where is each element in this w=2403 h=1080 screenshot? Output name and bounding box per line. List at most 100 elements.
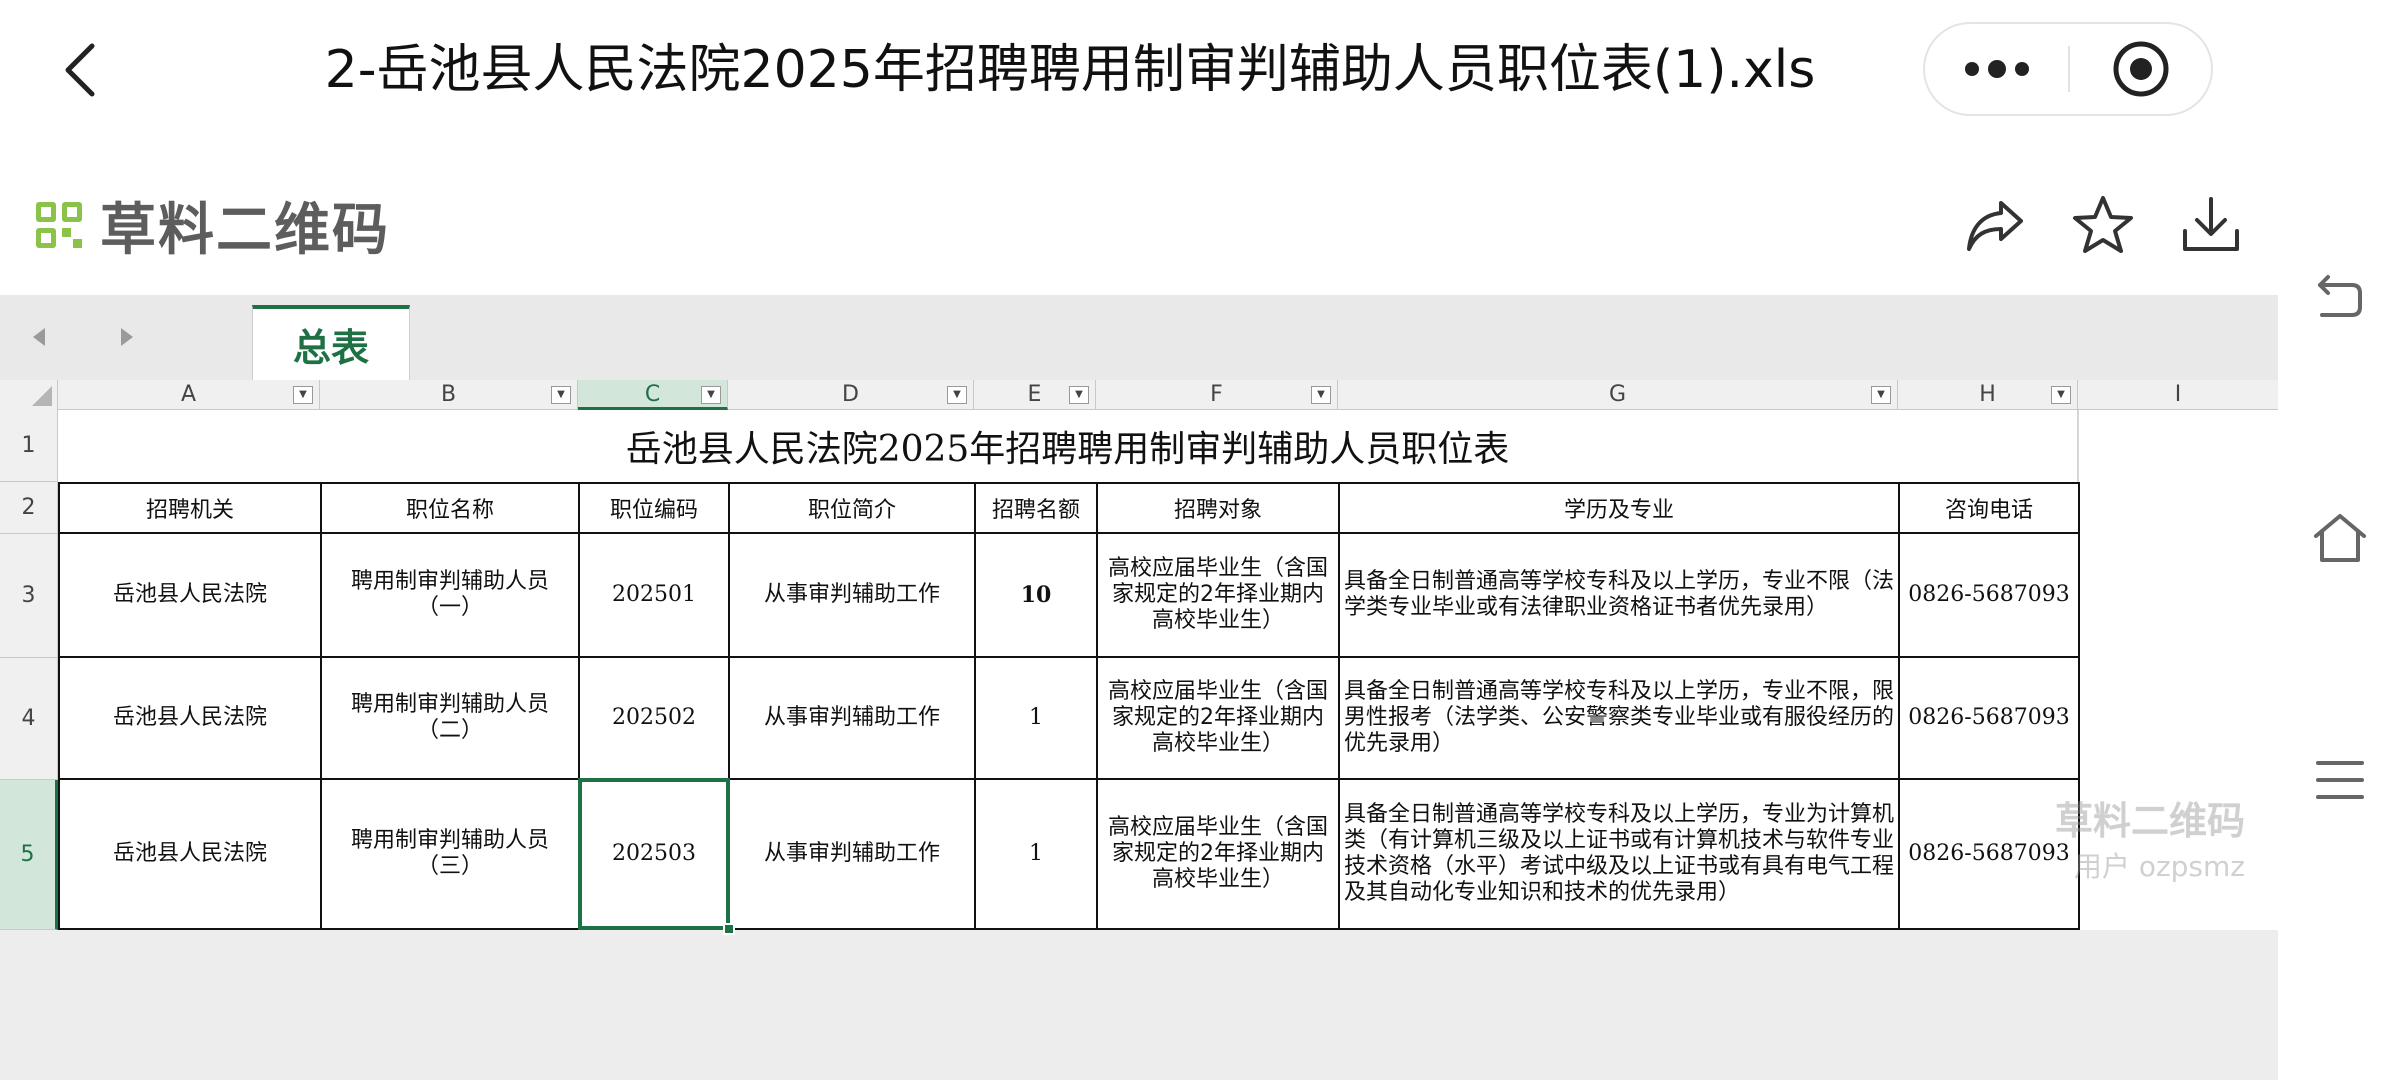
table-cell[interactable]: 具备全日制普通高等学校专科及以上学历，专业为计算机类（有计算机三级及以上证书或有… <box>1338 778 1900 930</box>
header-row: 招聘机关 职位名称 职位编码 职位简介 招聘名额 招聘对象 学历及专业 咨询电话 <box>58 482 2080 534</box>
header-cell[interactable]: 咨询电话 <box>1898 482 2080 534</box>
more-button[interactable] <box>1925 24 2069 114</box>
header-cell[interactable]: 招聘名额 <box>974 482 1098 534</box>
table-cell[interactable]: 具备全日制普通高等学校专科及以上学历，专业不限，限男性报考（法学类、公安警察类专… <box>1338 656 1900 780</box>
row-header-2[interactable]: 2 <box>0 482 58 534</box>
download-button[interactable] <box>2166 180 2256 270</box>
table-cell[interactable]: 10 <box>974 532 1098 658</box>
row-header-3[interactable]: 3 <box>0 534 58 658</box>
filter-dropdown-icon[interactable]: ▼ <box>1871 386 1891 404</box>
column-header-h[interactable]: H ▼ <box>1898 380 2078 410</box>
column-header-f[interactable]: F ▼ <box>1096 380 1338 410</box>
table-cell[interactable]: 0826-5687093 <box>1898 656 2080 780</box>
system-back-button[interactable] <box>2300 255 2380 335</box>
table-cell[interactable]: 高校应届毕业生（含国家规定的2年择业期内高校毕业生） <box>1096 656 1340 780</box>
table-cell[interactable]: 聘用制审判辅助人员（一） <box>320 532 580 658</box>
table-cell[interactable]: 高校应届毕业生（含国家规定的2年择业期内高校毕业生） <box>1096 532 1340 658</box>
fill-handle[interactable] <box>723 923 735 935</box>
header-cell[interactable]: 职位简介 <box>728 482 976 534</box>
triangle-left-icon <box>33 328 45 346</box>
column-header-b[interactable]: B ▼ <box>320 380 578 410</box>
column-header-d[interactable]: D ▼ <box>728 380 974 410</box>
favorite-button[interactable] <box>2058 180 2148 270</box>
table-row: 岳池县人民法院 聘用制审判辅助人员（二） 202502 从事审判辅助工作 1 高… <box>58 656 2080 780</box>
header-cell[interactable]: 职位编码 <box>578 482 730 534</box>
more-dots-icon <box>1965 60 2029 78</box>
table-cell[interactable]: 0826-5687093 <box>1898 532 2080 658</box>
cell-value: 202503 <box>612 841 696 866</box>
app-header: 草料二维码 <box>0 150 2278 295</box>
column-header-e[interactable]: E ▼ <box>974 380 1096 410</box>
table-cell[interactable]: 202501 <box>578 532 730 658</box>
back-button[interactable] <box>40 25 120 115</box>
selected-cell[interactable]: 202503 <box>578 778 735 935</box>
document-title: 2-岳池县人民法院2025年招聘聘用制审判辅助人员职位表(1).xls <box>324 40 1816 100</box>
download-icon <box>2183 197 2239 251</box>
select-all-corner[interactable] <box>0 380 58 410</box>
table-cell[interactable]: 高校应届毕业生（含国家规定的2年择业期内高校毕业生） <box>1096 778 1340 930</box>
table-cell[interactable]: 1 <box>974 778 1098 930</box>
header-cell[interactable]: 职位名称 <box>320 482 580 534</box>
table-cell[interactable]: 1 <box>974 656 1098 780</box>
watermark: 草料二维码 用户 ozpsmz <box>1985 790 2245 885</box>
tab-scroll-left-button[interactable] <box>14 317 64 357</box>
table-cell[interactable]: 从事审判辅助工作 <box>728 656 976 780</box>
share-arrow-icon <box>1967 201 2023 251</box>
column-header-i[interactable]: I <box>2078 380 2278 410</box>
row-header-5[interactable]: 5 <box>0 780 58 930</box>
filter-dropdown-icon[interactable]: ▼ <box>2051 386 2071 404</box>
watermark-brand: 草料二维码 <box>2054 799 2245 843</box>
target-close-icon <box>2113 41 2168 97</box>
table-cell[interactable]: 岳池县人民法院 <box>58 656 322 780</box>
table-cell[interactable]: 从事审判辅助工作 <box>728 778 976 930</box>
tab-scroll-right-button[interactable] <box>102 317 152 357</box>
row-header-1[interactable]: 1 <box>0 410 58 482</box>
system-home-button[interactable] <box>2300 498 2380 578</box>
header-cell[interactable]: 招聘对象 <box>1096 482 1340 534</box>
watermark-user: 用户 ozpsmz <box>2073 850 2245 883</box>
triangle-right-icon <box>121 328 133 346</box>
title-bar: 2-岳池县人民法院2025年招聘聘用制审判辅助人员职位表(1).xls <box>0 0 2278 150</box>
column-header-c[interactable]: C ▼ <box>578 380 728 410</box>
column-header-a[interactable]: A ▼ <box>58 380 320 410</box>
table-cell[interactable]: 聘用制审判辅助人员（三） <box>320 778 580 930</box>
chevron-left-icon <box>65 43 95 97</box>
table-row: 岳池县人民法院 聘用制审判辅助人员（一） 202501 从事审判辅助工作 10 … <box>58 532 2080 658</box>
sheet-tab-summary[interactable]: 总表 <box>252 305 410 380</box>
column-header-bar: A ▼ B ▼ C ▼ D ▼ E ▼ F ▼ G ▼ H ▼ I <box>0 380 2278 410</box>
table-cell[interactable]: 从事审判辅助工作 <box>728 532 976 658</box>
star-icon <box>2073 196 2133 253</box>
header-cell[interactable]: 招聘机关 <box>58 482 322 534</box>
sheet-tab-strip: 总表 <box>0 295 2278 380</box>
table-cell[interactable]: 岳池县人民法院 <box>58 778 322 930</box>
table-cell[interactable]: 聘用制审判辅助人员（二） <box>320 656 580 780</box>
brand: 草料二维码 <box>34 190 390 263</box>
brand-logo-icon <box>36 202 82 248</box>
sheet-title-cell[interactable]: 岳池县人民法院2025年招聘聘用制审判辅助人员职位表 <box>58 410 2078 482</box>
table-cell[interactable]: 具备全日制普通高等学校专科及以上学历，专业不限（法学类专业毕业或有法律职业资格证… <box>1338 532 1900 658</box>
system-navigation-bar <box>2278 0 2403 1080</box>
filter-dropdown-icon[interactable]: ▼ <box>1069 386 1089 404</box>
filter-dropdown-icon[interactable]: ▼ <box>701 386 721 404</box>
mini-program-capsule <box>1923 22 2213 116</box>
table-cell[interactable]: 202502 <box>578 656 730 780</box>
filter-dropdown-icon[interactable]: ▼ <box>551 386 571 404</box>
header-cell[interactable]: 学历及专业 <box>1338 482 1900 534</box>
system-menu-button[interactable] <box>2300 740 2380 820</box>
share-button[interactable] <box>1950 180 2040 270</box>
column-header-g[interactable]: G ▼ <box>1338 380 1898 410</box>
brand-name: 草料二维码 <box>100 197 390 263</box>
home-icon <box>2314 514 2366 562</box>
corner-triangle-icon <box>32 386 52 406</box>
positions-table: 招聘机关 职位名称 职位编码 职位简介 招聘名额 招聘对象 学历及专业 咨询电话… <box>58 482 2080 935</box>
filter-dropdown-icon[interactable]: ▼ <box>1311 386 1331 404</box>
filter-dropdown-icon[interactable]: ▼ <box>947 386 967 404</box>
return-icon <box>2318 275 2362 317</box>
spreadsheet: A ▼ B ▼ C ▼ D ▼ E ▼ F ▼ G ▼ H ▼ I 1 2 3 4 5 岳池县人… <box>0 380 2278 935</box>
row-header-4[interactable]: 4 <box>0 658 58 780</box>
close-program-button[interactable] <box>2070 24 2211 114</box>
filter-dropdown-icon[interactable]: ▼ <box>293 386 313 404</box>
menu-icon <box>2316 761 2364 799</box>
table-row: 岳池县人民法院 聘用制审判辅助人员（三） 202503 从事审判辅助工作 1 高… <box>58 778 2080 935</box>
table-cell[interactable]: 岳池县人民法院 <box>58 532 322 658</box>
